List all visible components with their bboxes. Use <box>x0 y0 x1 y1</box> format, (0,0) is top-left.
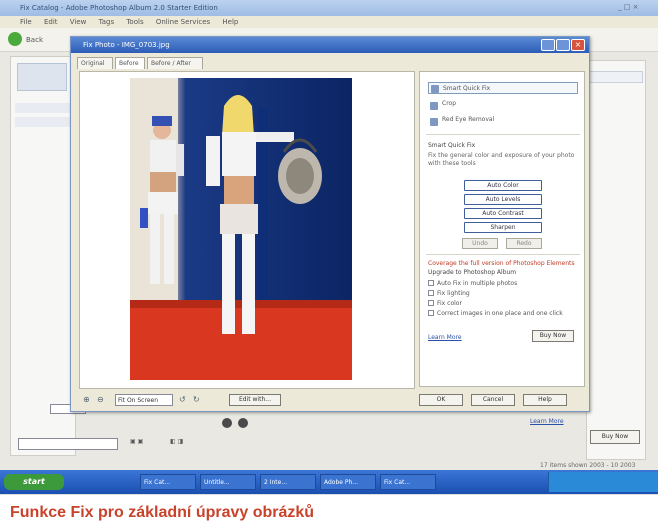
learn-more-link[interactable]: Learn More <box>530 418 564 425</box>
fix-side-panel: Smart Quick Fix Crop Red Eye Removal Sma… <box>419 71 585 387</box>
buy-now-button[interactable]: Buy Now <box>590 430 640 444</box>
caption-text: Funkce Fix pro základní úpravy obrázků <box>10 504 315 521</box>
sharpen-button[interactable]: Sharpen <box>464 222 542 233</box>
photo-image <box>130 78 352 380</box>
fix-photo-dialog: Fix Photo - IMG_0703.jpg × Original Befo… <box>70 36 590 412</box>
crop-icon <box>430 102 438 110</box>
menu-bar: File Edit View Tags Tools Online Service… <box>0 16 658 28</box>
menu-tags[interactable]: Tags <box>99 18 115 26</box>
dialog-title-bar: Fix Photo - IMG_0703.jpg <box>71 37 589 53</box>
status-row: ▣ ▣ ◧ ◨ Learn More Buy Now <box>10 418 650 452</box>
taskbar-item[interactable]: Adobe Ph... <box>320 474 376 490</box>
panel-row[interactable] <box>15 117 73 127</box>
feature-item: Fix lighting <box>428 290 470 297</box>
redo-button[interactable]: Redo <box>506 238 542 249</box>
tab-before[interactable]: Before <box>115 57 145 69</box>
photo-preview-area <box>79 71 415 389</box>
crop-option[interactable]: Crop <box>428 100 456 112</box>
app-title-bar: Fix Catalog - Adobe Photoshop Album 2.0 … <box>0 0 658 16</box>
screenshot: Fix Catalog - Adobe Photoshop Album 2.0 … <box>0 0 658 494</box>
auto-contrast-button[interactable]: Auto Contrast <box>464 208 542 219</box>
nav-back-icon[interactable] <box>222 418 232 428</box>
feature-item: Fix color <box>428 300 462 307</box>
zoom-in-icon[interactable]: ⊕ <box>83 395 93 405</box>
tab-before-after[interactable]: Before / After <box>147 57 203 69</box>
left-footer <box>10 380 86 420</box>
red-eye-option[interactable]: Red Eye Removal <box>428 116 494 128</box>
close-button[interactable]: × <box>571 39 585 51</box>
window-controls[interactable]: _ □ × <box>618 3 648 13</box>
feature-icon <box>428 300 434 306</box>
smart-fix-icon <box>431 85 439 93</box>
menu-tools[interactable]: Tools <box>126 18 143 26</box>
feature-icon <box>428 290 434 296</box>
panel-row[interactable] <box>15 103 73 113</box>
photo-preview[interactable] <box>130 78 352 380</box>
ok-button[interactable]: OK <box>419 394 463 406</box>
back-icon[interactable] <box>8 32 22 46</box>
nav-forward-icon[interactable] <box>238 418 249 428</box>
auto-fix-description: Fix the general color and exposure of yo… <box>428 152 575 167</box>
divider <box>426 254 580 255</box>
auto-color-button[interactable]: Auto Color <box>464 180 542 191</box>
divider <box>426 134 580 135</box>
maximize-button[interactable] <box>556 39 570 51</box>
red-eye-icon <box>430 118 438 126</box>
system-tray <box>548 472 658 492</box>
menu-edit[interactable]: Edit <box>44 18 58 26</box>
app-title: Fix Catalog - Adobe Photoshop Album 2.0 … <box>20 4 218 12</box>
feature-item: Correct images in one place and one clic… <box>428 310 578 318</box>
learn-more-link[interactable]: Learn More <box>428 334 462 341</box>
taskbar-item[interactable]: Untitle... <box>200 474 256 490</box>
taskbar: start Fix Cat... Untitle... 2 Inte... Ad… <box>0 470 658 494</box>
menu-view[interactable]: View <box>70 18 87 26</box>
smart-fix-option[interactable]: Smart Quick Fix <box>428 82 578 94</box>
start-button[interactable]: start <box>4 474 64 490</box>
buy-now-button[interactable]: Buy Now <box>532 330 574 342</box>
toolbar-icon[interactable]: ▣ ▣ <box>130 438 143 450</box>
zoom-out-icon[interactable]: ⊖ <box>97 395 107 405</box>
taskbar-item[interactable]: Fix Cat... <box>140 474 196 490</box>
feature-icon <box>428 310 434 316</box>
view-select[interactable] <box>18 438 118 450</box>
menu-help[interactable]: Help <box>222 18 238 26</box>
rotate-left-icon[interactable]: ↺ <box>179 395 189 405</box>
auto-levels-button[interactable]: Auto Levels <box>464 194 542 205</box>
undo-button[interactable]: Undo <box>462 238 498 249</box>
dialog-bottom-bar: ⊕ ⊖ Fit On Screen ↺ ↻ Edit with... OK Ca… <box>79 391 585 409</box>
auto-fix-heading: Smart Quick Fix <box>428 142 476 149</box>
feature-icon <box>428 280 434 286</box>
status-date: 17 items shown 2003 - 10 2003 <box>540 462 636 469</box>
fit-on-screen-select[interactable]: Fit On Screen <box>115 394 173 406</box>
menu-file[interactable]: File <box>20 18 32 26</box>
tab-original[interactable]: Original <box>77 57 113 69</box>
help-button[interactable]: Help <box>523 394 567 406</box>
upgrade-subheading: Upgrade to Photoshop Album <box>428 269 517 276</box>
right-panel-tab[interactable] <box>589 71 643 83</box>
upgrade-heading: Coverage the full version of Photoshop E… <box>428 260 575 267</box>
rotate-right-icon[interactable]: ↻ <box>193 395 203 405</box>
toolbar-icon[interactable]: ◧ ◨ <box>170 438 183 450</box>
feature-item: Auto Fix in multiple photos <box>428 280 517 287</box>
dialog-title: Fix Photo - IMG_0703.jpg <box>83 41 170 49</box>
caption-bar: Funkce Fix pro základní úpravy obrázků <box>0 494 658 532</box>
menu-online[interactable]: Online Services <box>156 18 210 26</box>
navigation-controls <box>222 418 262 432</box>
cancel-button[interactable]: Cancel <box>471 394 515 406</box>
taskbar-item[interactable]: Fix Cat... <box>380 474 436 490</box>
thumbnail-icon[interactable] <box>17 63 67 91</box>
edit-with-button[interactable]: Edit with... <box>229 394 281 406</box>
minimize-button[interactable] <box>541 39 555 51</box>
right-panel <box>586 60 646 460</box>
taskbar-item[interactable]: 2 Inte... <box>260 474 316 490</box>
back-label[interactable]: Back <box>26 36 43 44</box>
